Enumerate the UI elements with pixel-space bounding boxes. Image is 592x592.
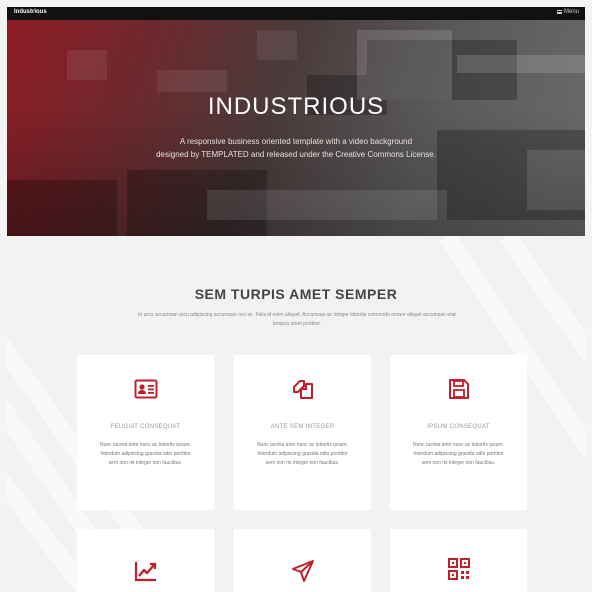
card-title: ANTE SEM INTEGER: [270, 424, 335, 430]
top-navbar: Industrious Menu: [7, 7, 585, 20]
feature-card: [390, 529, 527, 592]
section-description: In arcu accumsan arcu adipiscing accumsa…: [138, 312, 456, 327]
save-icon: [448, 379, 469, 399]
feature-card: FEUGIAT CONSEQUAT Nunc lacinia ante nunc…: [77, 355, 214, 510]
card-title: IPSUM CONSEQUAT: [427, 424, 490, 430]
card-text: Nunc lacinia ante nunc ac lobortis ipsum…: [257, 442, 348, 466]
feature-card: ANTE SEM INTEGER Nunc lacinia ante nunc …: [234, 355, 371, 510]
card-text: Nunc lacinia ante nunc ac lobortis ipsum…: [100, 442, 191, 466]
hero-title: INDUSTRIOUS: [207, 93, 385, 120]
copy-icon: [292, 380, 313, 399]
card-text: Nunc lacinia ante nunc ac lobortis ipsum…: [413, 442, 504, 466]
menu-label: Menu: [563, 9, 579, 15]
section-title: SEM TURPIS AMET SEMPER: [194, 286, 398, 302]
site-logo[interactable]: Industrious: [14, 9, 47, 15]
paper-plane-icon: [291, 560, 314, 582]
features-section: SEM TURPIS AMET SEMPER In arcu accumsan …: [7, 236, 585, 592]
id-card-icon: [134, 379, 157, 399]
hero-subtitle: A responsive business oriented template …: [156, 137, 436, 159]
hero-banner: INDUSTRIOUS A responsive business orient…: [7, 20, 585, 236]
chart-line-icon: [134, 562, 156, 582]
qrcode-icon: [447, 558, 470, 580]
feature-card: [77, 529, 214, 592]
card-title: FEUGIAT CONSEQUAT: [110, 424, 181, 430]
menu-button[interactable]: Menu: [556, 9, 579, 15]
hamburger-icon: [556, 10, 562, 14]
feature-card: IPSUM CONSEQUAT Nunc lacinia ante nunc a…: [390, 355, 527, 510]
feature-card: [234, 529, 371, 592]
